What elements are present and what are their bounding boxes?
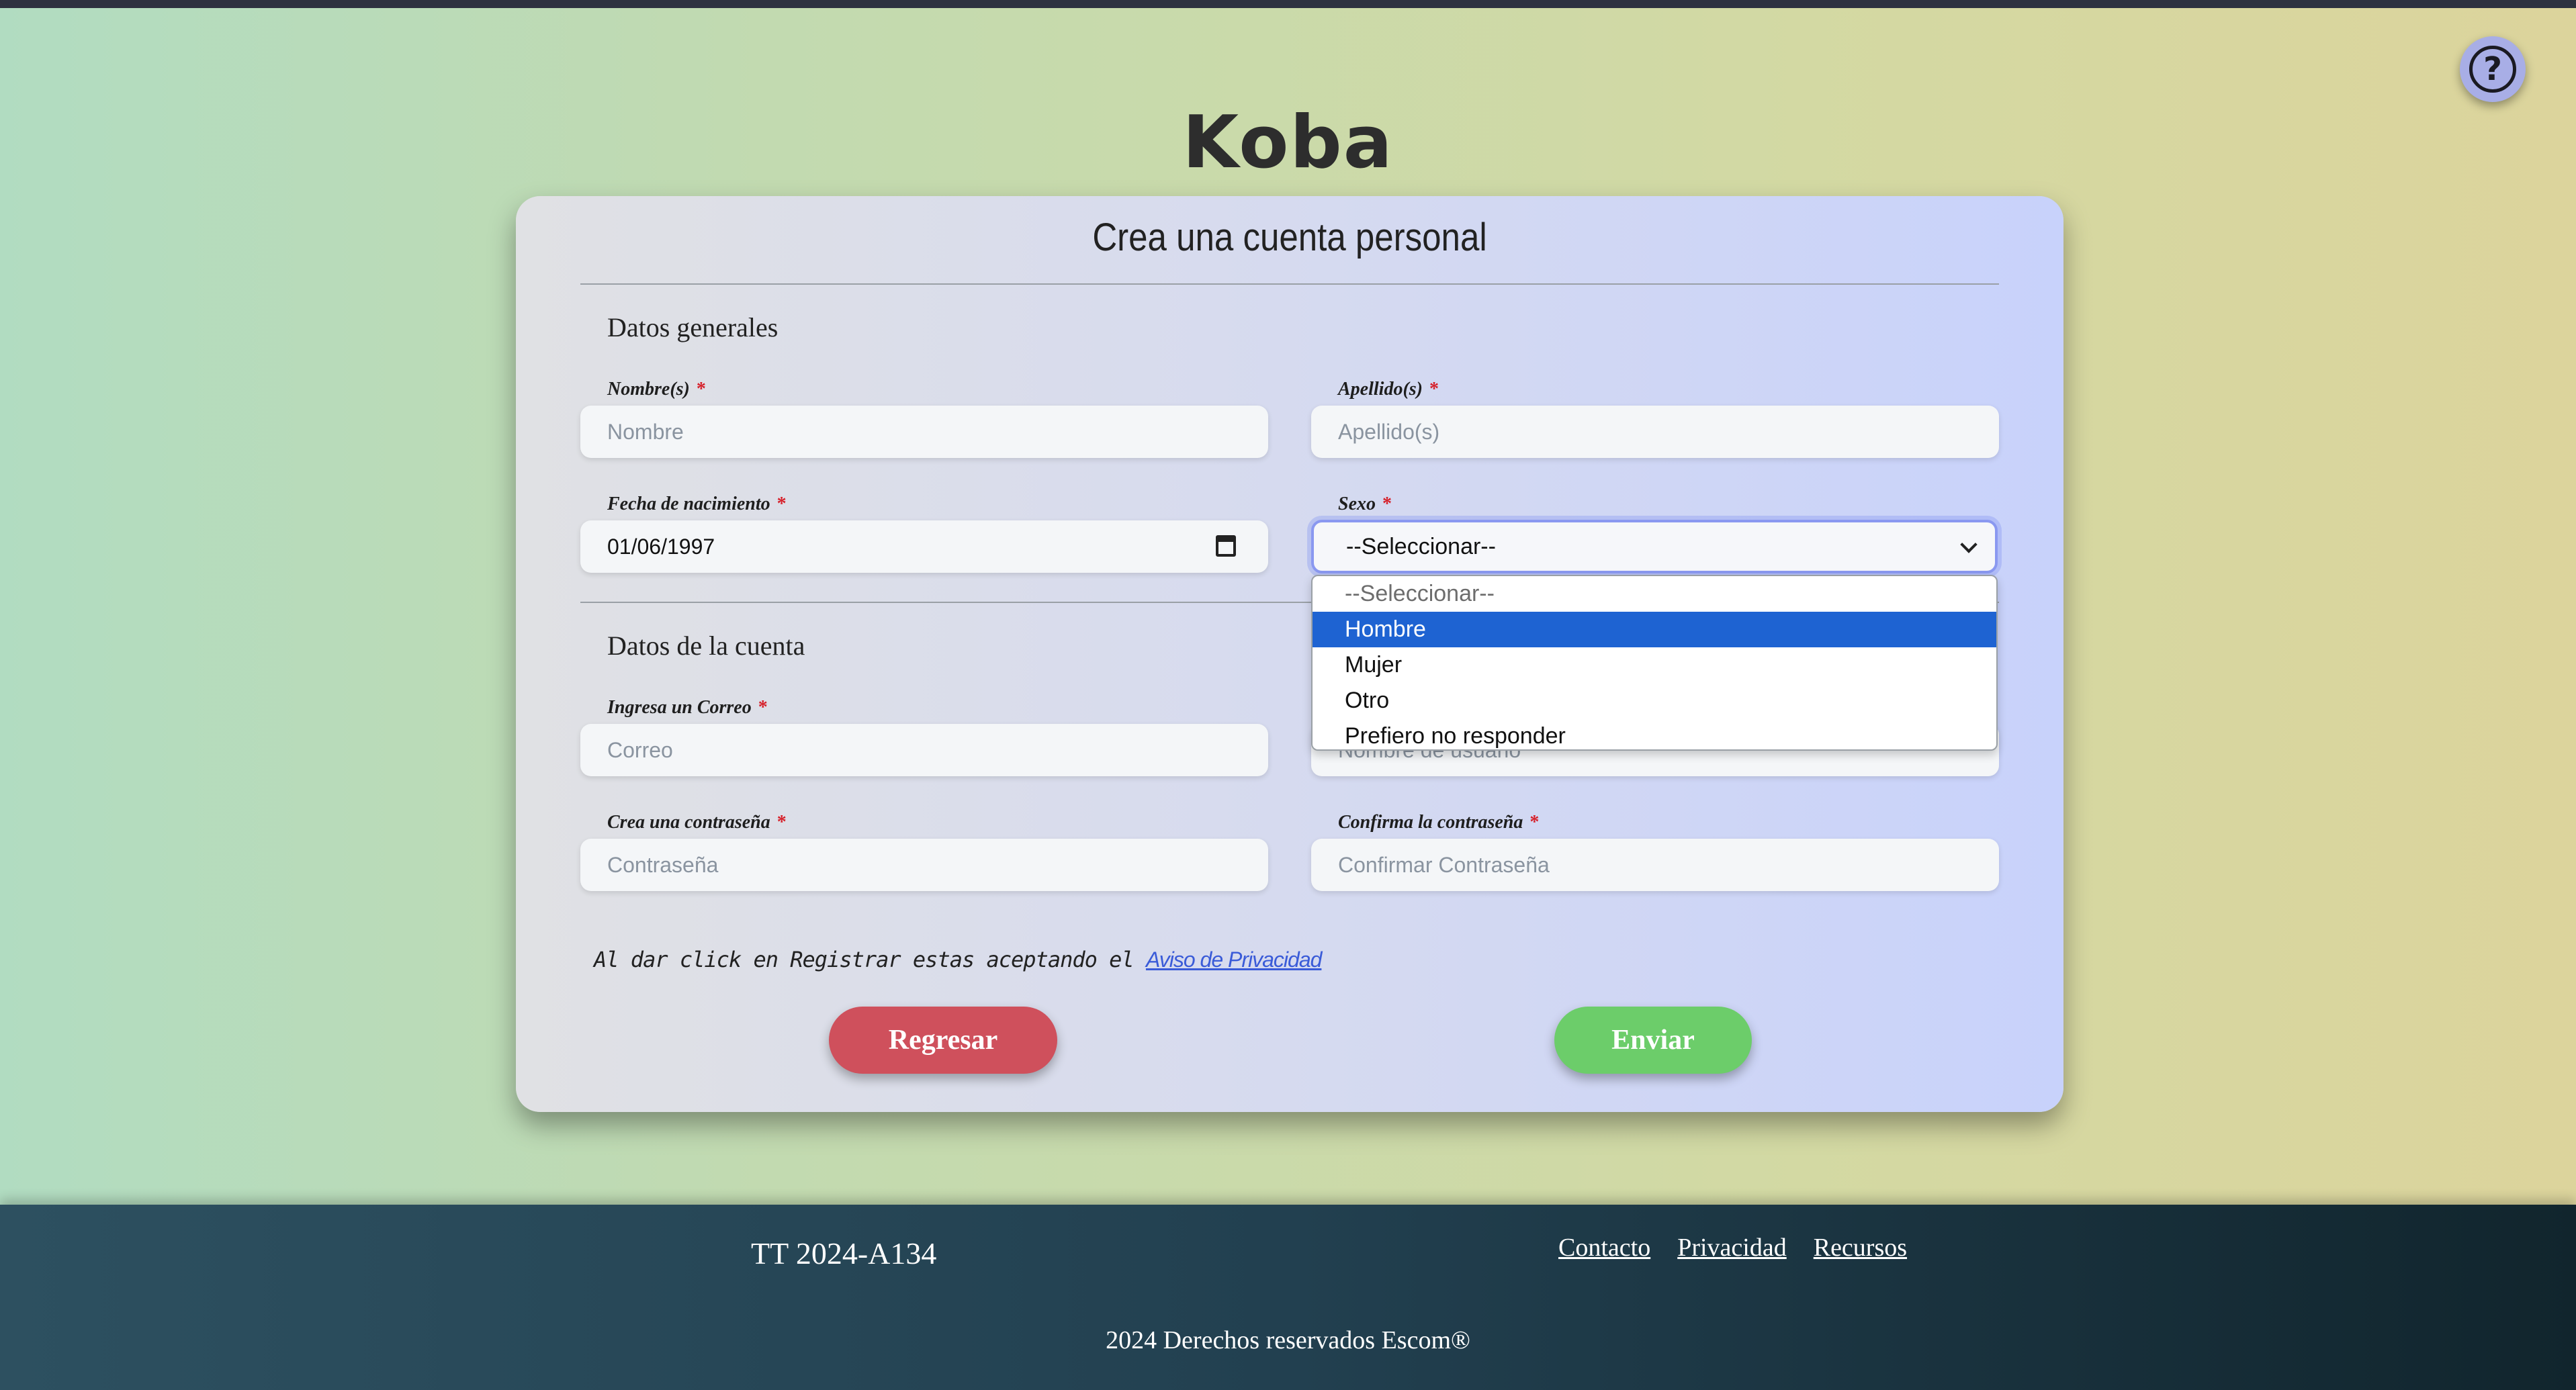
back-button[interactable]: Regresar: [829, 1007, 1057, 1074]
required-mark: *: [1429, 379, 1439, 400]
footer-link-recursos[interactable]: Recursos: [1814, 1233, 1907, 1262]
required-mark: *: [776, 812, 787, 833]
help-button[interactable]: ?: [2460, 36, 2526, 102]
app-logo: Koba: [1182, 101, 1394, 185]
required-mark: *: [696, 379, 706, 400]
sexo-option[interactable]: Prefiero no responder: [1313, 719, 1996, 749]
title-divider: [580, 283, 1999, 285]
sexo-option-highlighted[interactable]: Hombre: [1313, 612, 1996, 647]
sexo-option[interactable]: Otro: [1313, 683, 1996, 719]
footer-project-id: TT 2024-A134: [751, 1236, 937, 1270]
sexo-dropdown: --Seleccionar-- Hombre Mujer Otro Prefie…: [1311, 575, 1998, 751]
apellido-label: Apellido(s) *: [1338, 379, 1439, 400]
nombre-label: Nombre(s) *: [607, 379, 706, 400]
footer-copyright: 2024 Derechos reservados Escom®: [1106, 1326, 1470, 1354]
privacy-notice: Al dar click en Registrar estas aceptand…: [594, 947, 1322, 972]
nombre-input[interactable]: Nombre: [580, 406, 1268, 458]
sexo-option[interactable]: --Seleccionar--: [1313, 576, 1996, 612]
required-mark: *: [758, 697, 768, 718]
footer: TT 2024-A134 Contacto Privacidad Recurso…: [0, 1205, 2576, 1390]
confirmar-label: Confirma la contraseña *: [1338, 812, 1540, 833]
privacy-link[interactable]: Aviso de Privacidad: [1146, 947, 1322, 972]
sexo-selected-value: --Seleccionar--: [1346, 533, 1496, 559]
required-mark: *: [1382, 494, 1392, 514]
top-bar: [0, 0, 2576, 8]
apellido-input[interactable]: Apellido(s): [1311, 406, 1999, 458]
required-mark: *: [776, 494, 787, 514]
submit-button[interactable]: Enviar: [1554, 1007, 1752, 1074]
section-general-title: Datos generales: [607, 312, 779, 342]
correo-label: Ingresa un Correo *: [607, 697, 768, 718]
footer-link-privacidad[interactable]: Privacidad: [1677, 1233, 1787, 1262]
calendar-icon[interactable]: [1216, 535, 1236, 557]
sexo-label: Sexo *: [1338, 494, 1392, 514]
contrasena-input[interactable]: Contraseña: [580, 839, 1268, 891]
contrasena-label: Crea una contraseña *: [607, 812, 787, 833]
fecha-input[interactable]: 01/06/1997: [580, 520, 1268, 573]
correo-input[interactable]: Correo: [580, 724, 1268, 776]
form-title: Crea una cuenta personal: [1092, 216, 1487, 259]
section-account-title: Datos de la cuenta: [607, 631, 805, 661]
sexo-select[interactable]: --Seleccionar--: [1311, 520, 1998, 573]
fecha-value: 01/06/1997: [607, 534, 715, 559]
required-mark: *: [1529, 812, 1540, 833]
footer-link-contacto[interactable]: Contacto: [1558, 1233, 1650, 1262]
help-icon: ?: [2469, 46, 2516, 93]
chevron-down-icon: [1960, 536, 1978, 553]
fecha-label: Fecha de nacimiento *: [607, 494, 787, 514]
sexo-option[interactable]: Mujer: [1313, 647, 1996, 683]
confirmar-input[interactable]: Confirmar Contraseña: [1311, 839, 1999, 891]
footer-links: Contacto Privacidad Recursos: [1558, 1233, 1907, 1262]
